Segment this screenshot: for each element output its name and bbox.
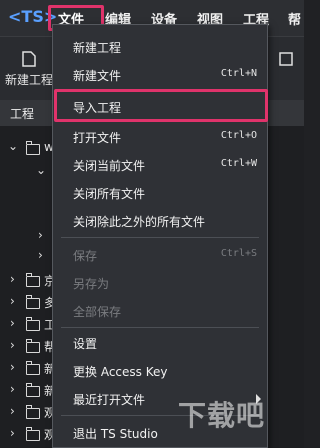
- menu-item-save: 保存 Ctrl+S: [53, 241, 267, 269]
- tree-row-root[interactable]: ⌄ w: [0, 138, 60, 160]
- chevron-right-icon[interactable]: ›: [10, 338, 24, 352]
- folder-icon: [26, 427, 40, 441]
- chevron-right-icon[interactable]: ›: [10, 426, 24, 440]
- tool-icon: [279, 52, 293, 66]
- menu-item-open-file[interactable]: 打开文件 Ctrl+O: [53, 123, 267, 151]
- tree-row-sub[interactable]: ⌄: [0, 162, 60, 184]
- chevron-down-icon[interactable]: ⌄: [36, 163, 50, 177]
- menu-item-shortcut: Ctrl+O: [220, 130, 257, 141]
- menu-item-label: 设置: [73, 337, 98, 351]
- tree-row[interactable]: › 京: [0, 270, 60, 292]
- menu-item-close-all[interactable]: 关闭所有文件: [53, 179, 267, 207]
- tree-row[interactable]: › 工: [0, 314, 60, 336]
- menu-item-label: 打开文件: [73, 131, 122, 145]
- menu-item-label: 关闭所有文件: [73, 187, 146, 201]
- folder-icon: [26, 295, 40, 309]
- menu-item-label: 关闭当前文件: [73, 159, 146, 173]
- menu-separator: [61, 327, 259, 328]
- chevron-right-icon[interactable]: ›: [38, 248, 52, 262]
- watermark: 下载吧: [178, 399, 266, 432]
- menu-item-close-current[interactable]: 关闭当前文件 Ctrl+W: [53, 151, 267, 179]
- file-menu-dropdown: 新建工程 新建文件 Ctrl+N 导入工程 打开文件 Ctrl+O 关闭当前文件…: [52, 24, 268, 448]
- folder-icon: [26, 383, 40, 397]
- menu-separator: [61, 237, 259, 238]
- menu-item-save-all: 全部保存: [53, 297, 267, 325]
- chevron-right-icon[interactable]: ›: [10, 272, 24, 286]
- menu-item-shortcut: Ctrl+W: [220, 158, 257, 169]
- chevron-right-icon[interactable]: ›: [10, 360, 24, 374]
- chevron-right-icon[interactable]: ›: [10, 382, 24, 396]
- menu-item-label: 更换 Access Key: [73, 365, 168, 379]
- menu-item-label: 保存: [73, 249, 98, 263]
- tree-row[interactable]: › 观: [0, 402, 60, 424]
- tree-row[interactable]: › 帮: [0, 336, 60, 358]
- menu-item-change-access-key[interactable]: 更换 Access Key: [53, 357, 267, 385]
- file-icon: [22, 51, 36, 67]
- menu-item-settings[interactable]: 设置: [53, 329, 267, 357]
- new-project-button[interactable]: 新建工程: [4, 45, 54, 88]
- menu-item-label: 退出 TS Studio: [73, 427, 158, 441]
- import-project-highlight: [54, 89, 268, 122]
- menu-item-label: 最近打开文件: [73, 393, 146, 407]
- menu-item-save-as: 另存为: [53, 269, 267, 297]
- folder-icon: [26, 405, 40, 419]
- folder-icon: [26, 141, 40, 155]
- chevron-right-icon[interactable]: ›: [38, 228, 52, 242]
- menu-item-close-others[interactable]: 关闭除此之外的所有文件: [53, 207, 267, 235]
- folder-icon: [26, 273, 40, 287]
- menu-help[interactable]: 帮: [288, 9, 301, 28]
- menu-item-label: 另存为: [73, 277, 110, 291]
- new-project-label: 新建工程: [4, 73, 53, 87]
- chevron-right-icon[interactable]: ›: [10, 294, 24, 308]
- folder-icon: [26, 317, 40, 331]
- folder-icon: [26, 339, 40, 353]
- toolbar-button-right[interactable]: [272, 45, 302, 71]
- folder-icon: [26, 361, 40, 375]
- tree-row-sub[interactable]: ›: [0, 246, 60, 268]
- menu-item-new-file[interactable]: 新建文件 Ctrl+N: [53, 61, 267, 89]
- menu-item-label: 关闭除此之外的所有文件: [73, 215, 206, 229]
- tree-row-sub[interactable]: ›: [0, 226, 60, 248]
- menu-item-label: 新建文件: [73, 69, 122, 83]
- tree-row[interactable]: › 新: [0, 358, 60, 380]
- chevron-right-icon[interactable]: ›: [10, 316, 24, 330]
- menu-item-label: 新建工程: [73, 41, 122, 55]
- project-panel-title: 工程: [10, 107, 35, 121]
- tree-row[interactable]: › 观: [0, 424, 60, 446]
- menu-item-label: 全部保存: [73, 305, 122, 319]
- chevron-down-icon[interactable]: ⌄: [8, 139, 22, 153]
- chevron-right-icon[interactable]: ›: [10, 404, 24, 418]
- menu-item-new-project[interactable]: 新建工程: [53, 33, 267, 61]
- tree-row[interactable]: › 新: [0, 380, 60, 402]
- tree-row[interactable]: › 多: [0, 292, 60, 314]
- menu-item-shortcut: Ctrl+N: [220, 68, 257, 79]
- menu-item-shortcut: Ctrl+S: [220, 248, 257, 259]
